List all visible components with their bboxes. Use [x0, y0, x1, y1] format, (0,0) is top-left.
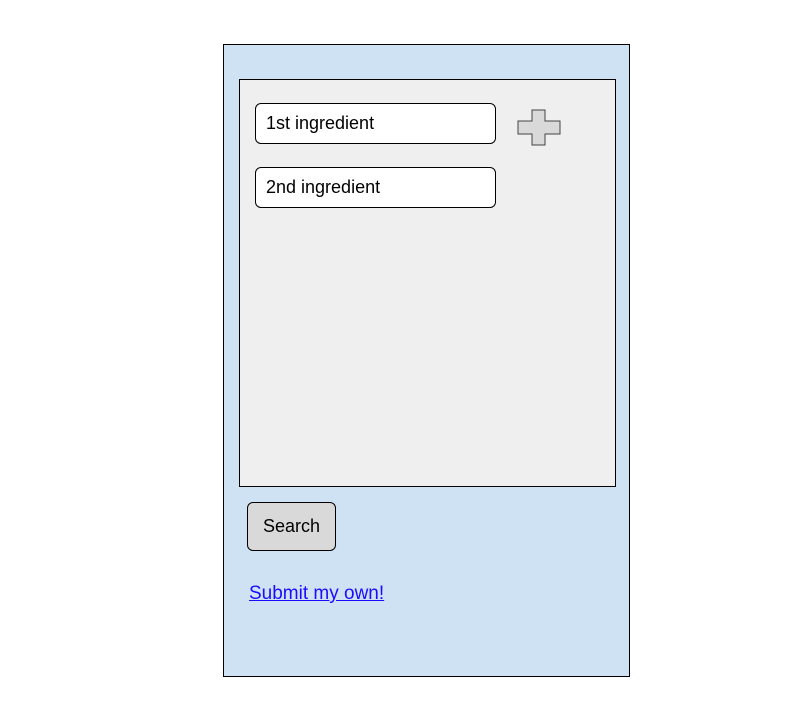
plus-icon: [517, 109, 561, 146]
second-ingredient-input[interactable]: [255, 167, 496, 208]
submit-my-own-link[interactable]: Submit my own!: [249, 583, 384, 605]
search-button[interactable]: Search: [247, 502, 336, 551]
app-frame: Search Submit my own!: [223, 44, 630, 677]
add-ingredient-button[interactable]: [517, 109, 561, 147]
first-ingredient-input[interactable]: [255, 103, 496, 144]
ingredients-panel: [239, 79, 616, 487]
